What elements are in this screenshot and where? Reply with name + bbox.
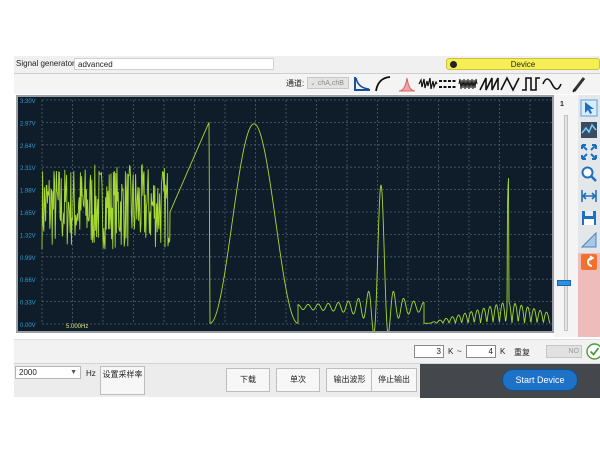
channel-value: chA,chB: [317, 80, 344, 87]
channel-label: 通道:: [286, 79, 305, 88]
sample-rate-value: 2000: [19, 368, 37, 377]
pen-icon: [572, 77, 586, 93]
sample-rate-select[interactable]: 2000 ▼: [15, 366, 81, 379]
output-waveform-button[interactable]: 输出波形: [326, 368, 373, 392]
device-selector[interactable]: Device: [446, 58, 600, 70]
waveform-plot[interactable]: 3.30V 2.97V 2.64V 2.31V 1.98V 1.65V 1.32V 0.99V…: [16, 95, 554, 333]
y-tick-label: 0.99V: [20, 256, 36, 262]
k-unit-to: K: [500, 347, 506, 356]
amplitude-slider-panel: 1: [554, 95, 578, 337]
device-control-panel: Start Device: [420, 364, 600, 398]
log-curve-button[interactable]: [352, 75, 372, 93]
noise-icon: [418, 77, 438, 90]
y-tick-label: 0.00V: [20, 323, 36, 329]
waveform-toolbar: 通道: ⌄ chA,chB: [14, 74, 600, 94]
save-button[interactable]: [580, 209, 598, 227]
pointer-icon: [580, 99, 598, 117]
y-tick-label: 0.66V: [20, 278, 36, 284]
frequency-label: 5.000Hz: [66, 324, 89, 330]
k-range-row: 3 K ~ 4 K 重复 NO: [14, 339, 600, 363]
trend-icon: [581, 122, 597, 138]
chirp-icon: [458, 78, 478, 90]
k-range-separator: ~: [457, 347, 462, 356]
noise-button[interactable]: [418, 75, 438, 93]
ruler-button[interactable]: [580, 231, 598, 249]
bottom-bar: 2000 ▼ Hz 设置采样率 下载 单次 输出波形 停止输出 Start De…: [14, 363, 600, 398]
triangle-button[interactable]: [500, 75, 520, 93]
device-status-icon: [450, 61, 457, 68]
triangle-icon: [500, 76, 520, 92]
slider-handle[interactable]: [557, 280, 571, 287]
pen-button[interactable]: [569, 75, 589, 93]
save-icon: [582, 211, 596, 225]
pointer-button[interactable]: [580, 99, 598, 117]
k-to-input[interactable]: 4: [466, 345, 496, 358]
y-tick-label: 1.98V: [20, 189, 36, 195]
gaussian-pulse-button[interactable]: [397, 75, 417, 93]
square-icon: [522, 77, 540, 91]
hz-label: Hz: [86, 369, 96, 378]
plot-canvas[interactable]: 3.30V 2.97V 2.64V 2.31V 1.98V 1.65V 1.32V 0.99V…: [18, 97, 552, 331]
k-from-input[interactable]: 3: [414, 345, 444, 358]
sawtooth-icon: [479, 77, 499, 91]
fit-button[interactable]: [580, 143, 598, 161]
ruler-icon: [580, 231, 597, 248]
stop-output-button[interactable]: 停止输出: [371, 368, 417, 392]
repeat-select[interactable]: NO: [546, 345, 582, 358]
undo-button[interactable]: [580, 253, 598, 271]
square-button[interactable]: [521, 75, 541, 93]
pulse-train-icon: [439, 80, 457, 88]
slider-number: 1: [560, 101, 564, 108]
sawtooth-button[interactable]: [479, 75, 499, 93]
download-button[interactable]: 下载: [226, 368, 270, 392]
width-button[interactable]: [580, 187, 598, 205]
y-tick-label: 2.64V: [20, 144, 36, 150]
fit-icon: [581, 144, 597, 160]
sine-button[interactable]: [542, 75, 562, 93]
y-tick-label: 3.30V: [20, 99, 36, 105]
y-tick-label: 2.97V: [20, 121, 36, 127]
zoom-button[interactable]: [580, 165, 598, 183]
sqrt-curve-button[interactable]: [373, 75, 393, 93]
app-title: Signal generator: [16, 59, 75, 68]
mode-input[interactable]: advanced: [74, 58, 274, 70]
sqrt-curve-icon: [375, 76, 391, 92]
single-button[interactable]: 单次: [276, 368, 320, 392]
y-tick-label: 1.32V: [20, 233, 36, 239]
device-label: Device: [510, 60, 536, 69]
y-tick-label: 0.33V: [20, 301, 36, 307]
gaussian-pulse-icon: [398, 77, 416, 92]
tool-column: [578, 95, 600, 337]
start-device-button[interactable]: Start Device: [502, 369, 578, 391]
check-icon: [586, 343, 600, 360]
chirp-button[interactable]: [458, 75, 478, 93]
waveform-trace: [41, 122, 551, 331]
sine-icon: [542, 78, 562, 90]
set-sample-rate-button[interactable]: 设置采样率: [100, 366, 145, 395]
chevron-down-icon: ▼: [70, 369, 77, 376]
log-curve-icon: [354, 77, 370, 91]
channel-select[interactable]: ⌄ chA,chB: [307, 77, 349, 89]
slider-track[interactable]: [564, 115, 568, 331]
confirm-button[interactable]: [586, 343, 600, 360]
zoom-icon: [581, 166, 597, 182]
k-unit-from: K: [448, 347, 454, 356]
trend-button[interactable]: [580, 121, 598, 139]
repeat-label: 重复: [514, 348, 530, 357]
y-tick-label: 2.31V: [20, 166, 36, 172]
undo-icon: [581, 254, 597, 270]
y-tick-label: 1.65V: [20, 211, 36, 217]
width-icon: [581, 190, 597, 202]
pulse-train-button[interactable]: [438, 75, 458, 93]
header-bar: Signal generator advanced Device: [14, 56, 600, 74]
